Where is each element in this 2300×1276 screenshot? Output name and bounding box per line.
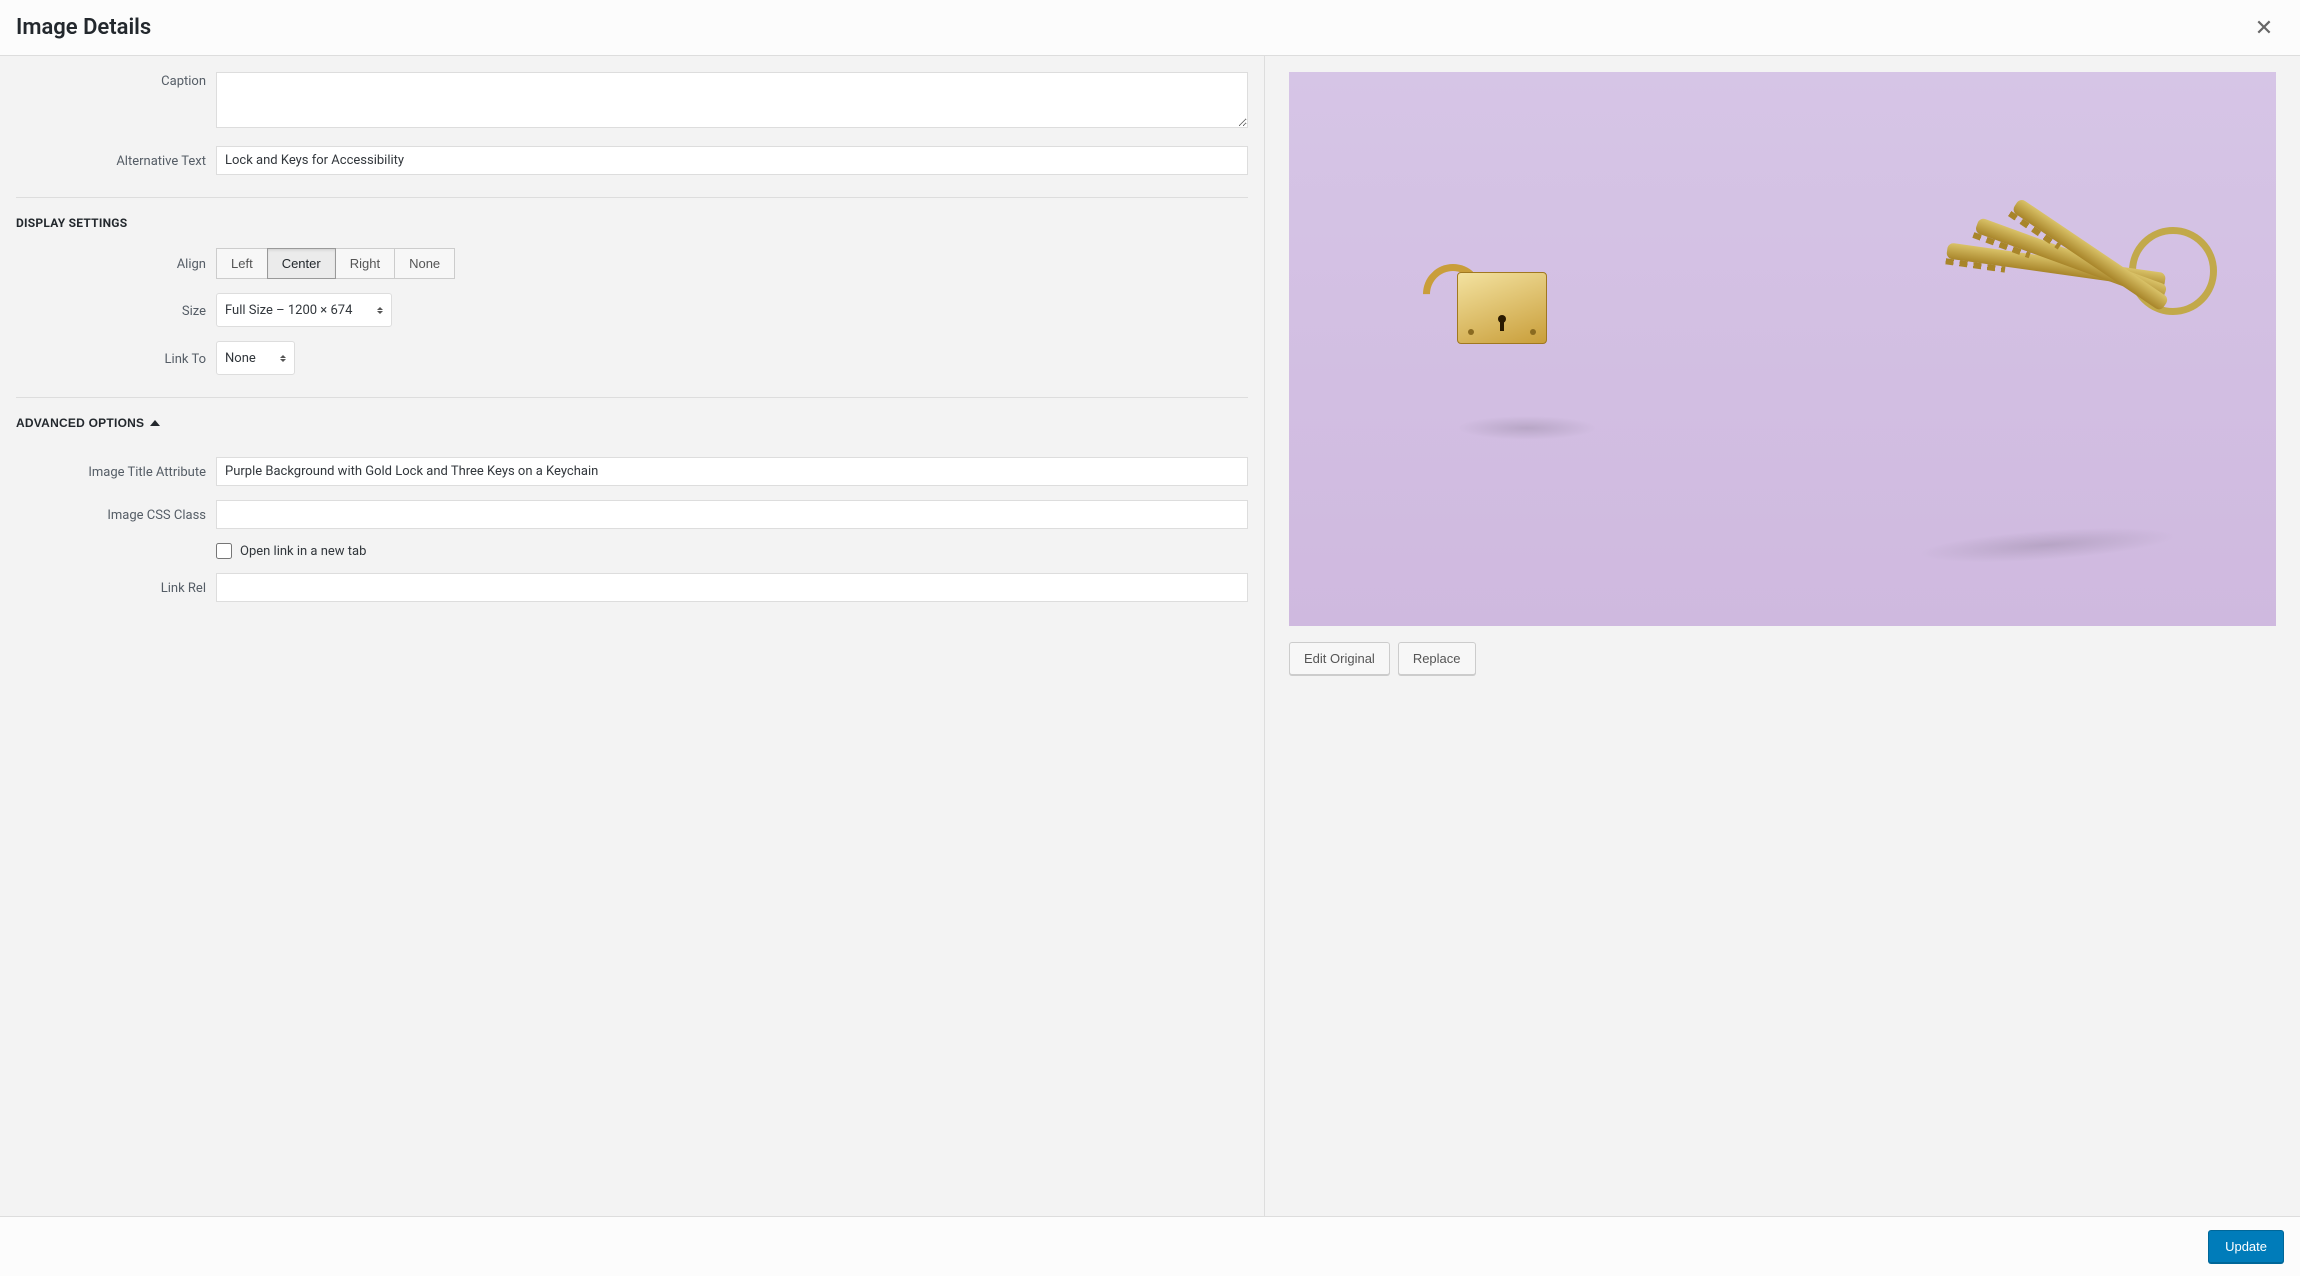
linkto-row: Link To None (16, 341, 1248, 375)
edit-original-button[interactable]: Edit Original (1289, 642, 1390, 675)
link-rel-input[interactable] (216, 573, 1248, 602)
chevron-updown-icon (375, 305, 385, 315)
preview-actions: Edit Original Replace (1289, 642, 2276, 675)
linkto-select-wrap[interactable]: None (216, 341, 295, 375)
link-rel-label: Link Rel (16, 579, 216, 596)
caret-up-icon (150, 420, 160, 426)
css-class-label: Image CSS Class (16, 506, 216, 523)
title-attr-row: Image Title Attribute (16, 457, 1248, 486)
size-select-wrap[interactable]: Full Size – 1200 × 674 (216, 293, 392, 327)
update-button[interactable]: Update (2208, 1230, 2284, 1263)
caption-input[interactable] (216, 72, 1248, 128)
align-center-button[interactable]: Center (267, 248, 336, 279)
open-new-tab-checkbox[interactable] (216, 543, 232, 559)
lock-and-keys-illustration (1289, 72, 2276, 626)
size-select[interactable]: Full Size – 1200 × 674 (217, 297, 375, 324)
caption-label: Caption (16, 72, 216, 89)
align-left-button[interactable]: Left (216, 248, 268, 279)
align-right-button[interactable]: Right (335, 248, 395, 279)
modal-footer: Update (0, 1216, 2300, 1276)
title-attr-input[interactable] (216, 457, 1248, 486)
image-preview (1289, 72, 2276, 626)
new-tab-row: Open link in a new tab (16, 543, 1248, 559)
title-attr-label: Image Title Attribute (16, 463, 216, 480)
alt-text-label: Alternative Text (16, 152, 216, 169)
chevron-updown-icon (278, 353, 288, 363)
divider (16, 397, 1248, 398)
advanced-options-toggle[interactable]: ADVANCED OPTIONS (16, 416, 160, 430)
alt-text-input[interactable] (216, 146, 1248, 175)
display-settings-heading: DISPLAY SETTINGS (16, 216, 1248, 230)
align-button-group: Left Center Right None (216, 248, 455, 279)
size-row: Size Full Size – 1200 × 674 (16, 293, 1248, 327)
open-new-tab-label: Open link in a new tab (240, 544, 366, 559)
advanced-options-label: ADVANCED OPTIONS (16, 416, 144, 430)
alt-text-row: Alternative Text (16, 146, 1248, 175)
caption-row: Caption (16, 72, 1248, 132)
modal-body: Caption Alternative Text DISPLAY SETTING… (0, 56, 2300, 1216)
settings-pane: Caption Alternative Text DISPLAY SETTING… (0, 56, 1265, 1216)
size-label: Size (16, 302, 216, 319)
replace-button[interactable]: Replace (1398, 642, 1476, 675)
modal-title: Image Details (16, 0, 151, 56)
image-details-modal: Image Details ✕ Caption Alternative Text… (0, 0, 2300, 1276)
align-row: Align Left Center Right None (16, 248, 1248, 279)
align-none-button[interactable]: None (394, 248, 455, 279)
align-label: Align (16, 255, 216, 272)
linkto-label: Link To (16, 350, 216, 367)
preview-pane: Edit Original Replace (1265, 56, 2300, 1216)
css-class-input[interactable] (216, 500, 1248, 529)
linkto-select[interactable]: None (217, 345, 278, 372)
modal-header: Image Details ✕ (0, 0, 2300, 56)
close-icon: ✕ (2255, 15, 2273, 41)
close-button[interactable]: ✕ (2244, 8, 2284, 48)
link-rel-row: Link Rel (16, 573, 1248, 602)
css-class-row: Image CSS Class (16, 500, 1248, 529)
divider (16, 197, 1248, 198)
